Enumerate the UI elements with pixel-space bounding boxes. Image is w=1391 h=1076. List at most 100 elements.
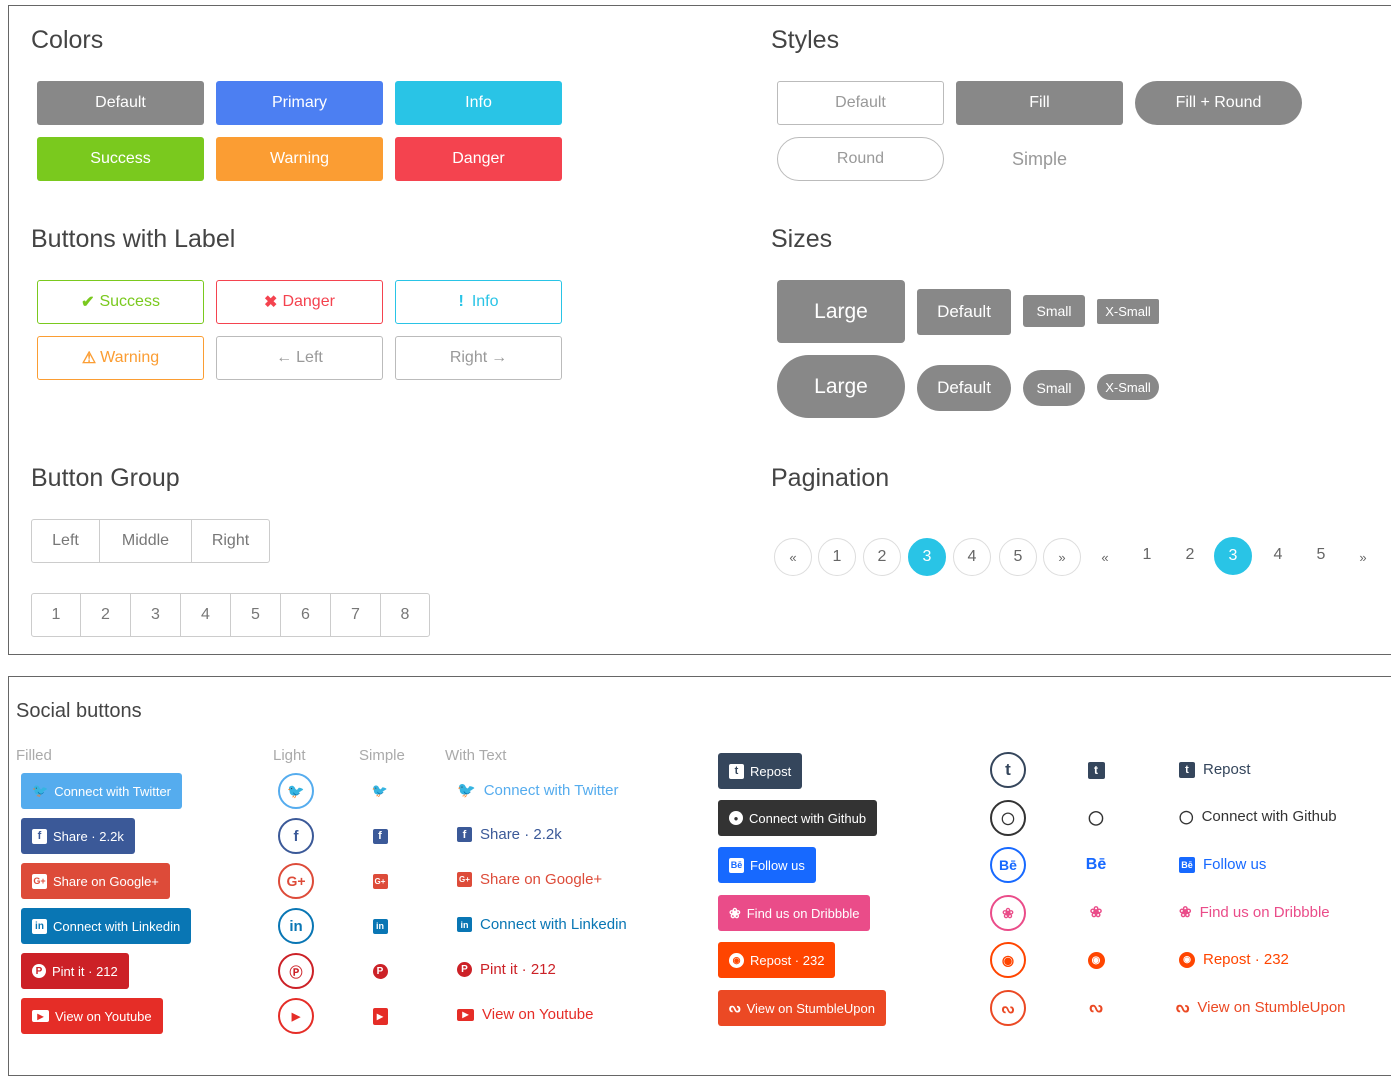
- pagination-prev-button[interactable]: «: [774, 538, 812, 576]
- youtube-text-button[interactable]: ▶ View on Youtube: [457, 1006, 594, 1023]
- pagination-simple-prev-button[interactable]: «: [1093, 538, 1117, 576]
- pinterest-simple-button[interactable]: P: [371, 962, 389, 980]
- pagination-simple-page-1[interactable]: 1: [1135, 536, 1159, 574]
- size-large-round-button[interactable]: Large: [777, 355, 905, 418]
- linkedin-filled-button[interactable]: in Connect with Linkedin: [21, 908, 192, 944]
- behance-simple-button[interactable]: Bē: [1084, 856, 1108, 874]
- style-round-button[interactable]: Round: [777, 137, 944, 181]
- pagination-simple-page-2[interactable]: 2: [1178, 536, 1202, 574]
- github-text-button[interactable]: ◯ Connect with Github: [1179, 808, 1337, 825]
- group-right-button[interactable]: Right: [191, 519, 270, 563]
- style-fill-round-button[interactable]: Fill + Round: [1135, 81, 1302, 125]
- label-info-button[interactable]: ! Info: [395, 280, 562, 324]
- reddit-text-button[interactable]: ◉ Repost · 232: [1179, 951, 1289, 968]
- tumblr-simple-button[interactable]: t: [1087, 761, 1105, 779]
- pagination-page-3-active[interactable]: 3: [908, 538, 946, 576]
- pagination-simple-page-3-active[interactable]: 3: [1214, 537, 1252, 575]
- group-left-button[interactable]: Left: [31, 519, 100, 563]
- pagination-page-2[interactable]: 2: [863, 538, 901, 576]
- behance-light-button[interactable]: Bē: [990, 847, 1026, 883]
- tumblr-light-button[interactable]: t: [990, 752, 1026, 788]
- stumbleupon-simple-button[interactable]: ᔓ: [1087, 998, 1105, 1016]
- github-filled-button[interactable]: ● Connect with Github: [718, 800, 878, 836]
- label-left-button[interactable]: ← Left: [216, 336, 383, 380]
- warning-button[interactable]: Warning: [216, 137, 383, 181]
- tumblr-filled-button[interactable]: t Repost: [718, 753, 803, 789]
- twitter-light-button[interactable]: 🐦: [278, 773, 314, 809]
- twitter-text-button[interactable]: 🐦 Connect with Twitter: [457, 781, 618, 800]
- default-button[interactable]: Default: [37, 81, 204, 125]
- size-default-round-button[interactable]: Default: [917, 365, 1011, 411]
- stumbleupon-filled-button[interactable]: ᔓ View on StumbleUpon: [718, 990, 886, 1026]
- style-default-button[interactable]: Default: [777, 81, 944, 125]
- behance-filled-button[interactable]: Bē Follow us: [718, 847, 816, 883]
- youtube-filled-button[interactable]: ▶ View on Youtube: [21, 998, 163, 1034]
- label-right-button[interactable]: Right →: [395, 336, 562, 380]
- pagination-page-1[interactable]: 1: [818, 538, 856, 576]
- group-number-button[interactable]: 6: [280, 593, 331, 637]
- group-middle-button[interactable]: Middle: [99, 519, 192, 563]
- linkedin-text-button[interactable]: in Connect with Linkedin: [457, 916, 627, 933]
- pagination-simple-next-button[interactable]: »: [1351, 538, 1375, 576]
- pinterest-filled-button[interactable]: P Pint it · 212: [21, 953, 129, 989]
- size-large-button[interactable]: Large: [777, 280, 905, 343]
- google-plus-light-button[interactable]: G+: [278, 863, 314, 899]
- pinterest-light-button[interactable]: Ⓟ: [278, 953, 314, 989]
- label-warning-button[interactable]: ⚠ Warning: [37, 336, 204, 380]
- success-button[interactable]: Success: [37, 137, 204, 181]
- google-plus-filled-button[interactable]: G+ Share on Google+: [21, 863, 170, 899]
- info-button[interactable]: Info: [395, 81, 562, 125]
- group-number-button[interactable]: 5: [230, 593, 281, 637]
- size-xsmall-button[interactable]: X-Small: [1097, 299, 1159, 324]
- primary-button[interactable]: Primary: [216, 81, 383, 125]
- danger-button[interactable]: Danger: [395, 137, 562, 181]
- youtube-simple-button[interactable]: ▶: [371, 1007, 389, 1025]
- group-number-button[interactable]: 3: [130, 593, 181, 637]
- facebook-light-button[interactable]: f: [278, 818, 314, 854]
- google-plus-simple-button[interactable]: G+: [371, 872, 389, 890]
- reddit-filled-button[interactable]: ◉ Repost · 232: [718, 942, 836, 978]
- pagination-page-4[interactable]: 4: [953, 538, 991, 576]
- github-light-button[interactable]: ◯: [990, 800, 1026, 836]
- pagination-page-5[interactable]: 5: [999, 538, 1037, 576]
- linkedin-light-button[interactable]: in: [278, 908, 314, 944]
- group-number-button[interactable]: 7: [330, 593, 381, 637]
- dribbble-text-button[interactable]: ❀ Find us on Dribbble: [1179, 903, 1330, 922]
- facebook-filled-button[interactable]: f Share · 2.2k: [21, 818, 135, 854]
- pagination-simple-page-4[interactable]: 4: [1266, 536, 1290, 574]
- dribbble-light-button[interactable]: ❀: [990, 895, 1026, 931]
- label-success-button[interactable]: ✔ Success: [37, 280, 204, 324]
- pinterest-text-button[interactable]: P Pint it · 212: [457, 961, 556, 978]
- github-simple-button[interactable]: ◯: [1087, 808, 1105, 826]
- twitter-simple-button[interactable]: 🐦: [371, 782, 389, 800]
- stumbleupon-light-button[interactable]: ᔓ: [990, 990, 1026, 1026]
- pagination-simple-page-5[interactable]: 5: [1309, 536, 1333, 574]
- reddit-light-button[interactable]: ◉: [990, 942, 1026, 978]
- check-icon: ✔: [81, 294, 95, 311]
- reddit-simple-button[interactable]: ◉: [1087, 951, 1105, 969]
- group-number-button[interactable]: 1: [31, 593, 81, 637]
- group-number-button[interactable]: 8: [380, 593, 430, 637]
- behance-text-button[interactable]: Bē Follow us: [1179, 856, 1266, 873]
- facebook-text-button[interactable]: f Share · 2.2k: [457, 826, 562, 843]
- youtube-light-button[interactable]: ▶: [278, 998, 314, 1034]
- size-xsmall-round-button[interactable]: X-Small: [1097, 374, 1159, 400]
- stumbleupon-text-button[interactable]: ᔓ View on StumbleUpon: [1176, 998, 1346, 1017]
- dribbble-filled-button[interactable]: ❀ Find us on Dribbble: [718, 895, 871, 931]
- size-default-button[interactable]: Default: [917, 289, 1011, 335]
- style-fill-button[interactable]: Fill: [956, 81, 1123, 125]
- group-number-button[interactable]: 4: [180, 593, 231, 637]
- group-number-button[interactable]: 2: [80, 593, 131, 637]
- size-small-button[interactable]: Small: [1023, 295, 1085, 327]
- style-simple-button[interactable]: Simple: [956, 137, 1123, 181]
- pagination-heading: Pagination: [771, 464, 890, 492]
- dribbble-simple-button[interactable]: ❀: [1087, 903, 1105, 921]
- facebook-simple-button[interactable]: f: [371, 827, 389, 845]
- label-danger-button[interactable]: ✖ Danger: [216, 280, 383, 324]
- pagination-next-button[interactable]: »: [1043, 538, 1081, 576]
- linkedin-simple-button[interactable]: in: [371, 917, 389, 935]
- google-plus-text-button[interactable]: G+ Share on Google+: [457, 871, 602, 888]
- tumblr-text-button[interactable]: t Repost: [1179, 761, 1251, 778]
- twitter-filled-button[interactable]: 🐦 Connect with Twitter: [21, 773, 182, 809]
- size-small-round-button[interactable]: Small: [1023, 370, 1085, 406]
